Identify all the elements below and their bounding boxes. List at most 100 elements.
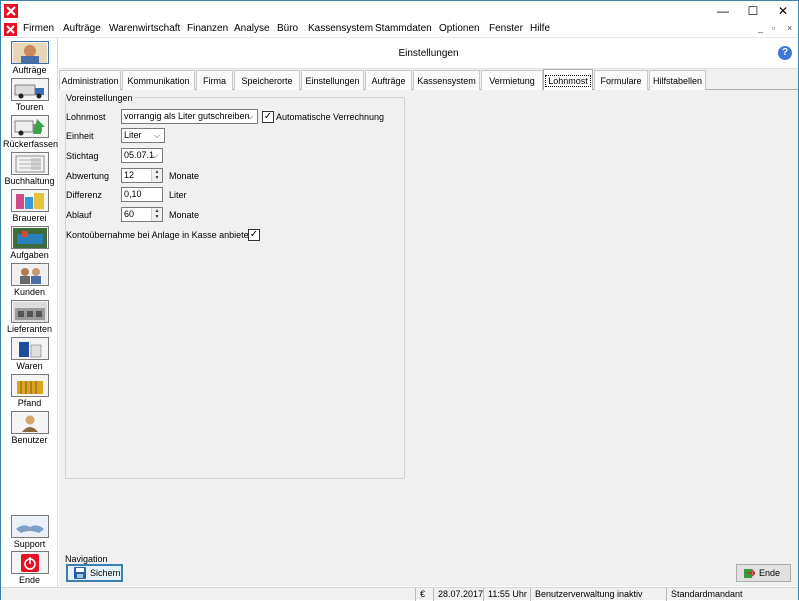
suppliers-icon: [11, 300, 49, 323]
einheit-select[interactable]: Liter ⌵: [121, 128, 165, 143]
truck-icon: [11, 78, 49, 101]
abwertung-label: Abwertung: [66, 171, 110, 181]
menu-stammdaten[interactable]: Stammdaten: [375, 23, 432, 34]
tab-einstellungen[interactable]: Einstellungen: [301, 70, 364, 90]
app-window: — ☐ ✕ Firmen Aufträge Warenwirtschaft Fi…: [0, 0, 799, 601]
menu-auftraege[interactable]: Aufträge: [63, 23, 101, 34]
menu-analyse[interactable]: Analyse: [234, 23, 270, 34]
mdi-minimize-button[interactable]: _: [758, 23, 763, 33]
abwertung-stepper[interactable]: 12 ▲ ▼: [121, 168, 163, 183]
differenz-input[interactable]: 0,10: [121, 187, 163, 202]
menu-kassensystem[interactable]: Kassensystem: [308, 23, 373, 34]
konto-checkbox[interactable]: ✓: [248, 229, 260, 241]
sidebar-item-aufgaben[interactable]: Aufgaben: [3, 226, 56, 263]
lohnmost-select[interactable]: vorrangig als Liter gutschreiben ⌵: [121, 109, 258, 124]
sidebar-item-label: Rückerfassen: [3, 139, 59, 149]
orders-icon: [11, 41, 49, 64]
tab-administration[interactable]: Administration: [59, 70, 121, 90]
end-button[interactable]: Ende: [736, 564, 791, 582]
app-menu-icon[interactable]: [4, 23, 17, 36]
deposit-icon: [11, 374, 49, 397]
accounting-icon: [11, 152, 49, 175]
tab-label: Vermietung: [489, 75, 535, 86]
stichtag-datepicker[interactable]: 05.07.1 ⌵: [121, 148, 163, 163]
tab-label: Einstellungen: [305, 75, 360, 86]
tab-hilfstabellen[interactable]: Hilfstabellen: [649, 70, 706, 90]
window-close-button[interactable]: ✕: [768, 1, 798, 21]
goods-icon: [11, 337, 49, 360]
lohnmost-value: vorrangig als Liter gutschreiben: [124, 111, 250, 121]
abwertung-unit: Monate: [169, 171, 200, 181]
tab-kassensystem[interactable]: Kassensystem: [413, 70, 480, 90]
window-maximize-button[interactable]: ☐: [738, 1, 768, 21]
page-title: Einstellungen: [398, 48, 459, 59]
spin-arrows-icon[interactable]: ▲ ▼: [151, 208, 162, 221]
sidebar-item-benutzer[interactable]: Benutzer: [3, 411, 56, 448]
sidebar-item-ende[interactable]: Ende: [3, 551, 56, 588]
lohnmost-label: Lohnmost: [66, 112, 106, 122]
status-mandant: Standardmandant: [666, 588, 798, 601]
sidebar-item-label: Support: [13, 539, 46, 549]
tab-vermietung[interactable]: Vermietung: [481, 70, 543, 90]
mdi-close-button[interactable]: ×: [787, 23, 792, 33]
tab-label: Aufträge: [371, 75, 406, 86]
save-button[interactable]: Sichern: [66, 564, 123, 582]
tab-label: Administration: [61, 75, 119, 86]
mdi-restore-button[interactable]: ▫: [772, 23, 775, 33]
tab-label: Kassensystem: [417, 75, 476, 86]
sidebar-item-lieferanten[interactable]: Lieferanten: [3, 300, 56, 337]
app-logo-icon: [4, 4, 18, 18]
menu-buero[interactable]: Büro: [277, 23, 298, 34]
chevron-down-icon: ⌵: [246, 112, 254, 121]
window-minimize-button[interactable]: —: [708, 1, 738, 21]
sidebar-item-kunden[interactable]: Kunden: [3, 263, 56, 300]
sidebar-item-waren[interactable]: Waren: [3, 337, 56, 374]
sidebar-item-label: Lieferanten: [6, 324, 53, 334]
auto-verrechnung-checkbox[interactable]: ✓: [262, 111, 274, 123]
abwertung-value: 12: [124, 170, 135, 180]
menu-hilfe[interactable]: Hilfe: [530, 23, 550, 34]
status-currency: €: [415, 588, 433, 601]
tab-formulare[interactable]: Formulare: [594, 70, 648, 90]
sidebar-item-label: Touren: [15, 102, 44, 112]
help-icon[interactable]: ?: [778, 46, 792, 60]
sidebar: Aufträge Touren Rückerfassen Buchhaltung…: [1, 38, 58, 587]
sidebar-item-pfand[interactable]: Pfand: [3, 374, 56, 411]
sidebar-item-label: Ende: [18, 575, 41, 585]
menu-fenster[interactable]: Fenster: [489, 23, 523, 34]
tab-speicherorte[interactable]: Speicherorte: [234, 70, 300, 90]
ablauf-label: Ablauf: [66, 210, 92, 220]
tab-auftraege[interactable]: Aufträge: [365, 70, 412, 90]
status-user-admin: Benutzerverwaltung inaktiv: [530, 588, 666, 601]
differenz-label: Differenz: [66, 190, 102, 200]
sidebar-item-touren[interactable]: Touren: [3, 78, 56, 115]
tab-label: Speicherorte: [241, 75, 293, 86]
tab-lohnmost[interactable]: Lohnmost: [543, 69, 593, 91]
sidebar-item-auftraege[interactable]: Aufträge: [3, 41, 56, 78]
sidebar-item-label: Benutzer: [11, 435, 48, 445]
power-icon: [11, 551, 49, 574]
ablauf-stepper[interactable]: 60 ▲ ▼: [121, 207, 163, 222]
sidebar-item-brauerei[interactable]: Brauerei: [3, 189, 56, 226]
spin-arrows-icon[interactable]: ▲ ▼: [151, 169, 162, 182]
main-header: Einstellungen ?: [59, 38, 798, 69]
tab-content: Voreinstellungen Lohnmost vorrangig als …: [59, 90, 798, 554]
menu-finanzen[interactable]: Finanzen: [187, 23, 228, 34]
sidebar-item-buchhaltung[interactable]: Buchhaltung: [3, 152, 56, 189]
title-bar: — ☐ ✕: [1, 1, 798, 21]
tab-label: Hilfstabellen: [652, 75, 703, 86]
brewery-icon: [11, 189, 49, 212]
menu-warenwirtschaft[interactable]: Warenwirtschaft: [109, 23, 180, 34]
sidebar-item-support[interactable]: Support: [3, 515, 56, 552]
menu-firmen[interactable]: Firmen: [23, 23, 54, 34]
user-icon: [11, 411, 49, 434]
customers-icon: [11, 263, 49, 286]
settings-tabs: Administration Kommunikation Firma Speic…: [59, 69, 798, 91]
konto-label: Kontoübernahme bei Anlage in Kasse anbie…: [66, 230, 254, 240]
sidebar-item-rueckerfassen[interactable]: Rückerfassen: [3, 115, 59, 152]
tab-kommunikation[interactable]: Kommunikation: [122, 70, 195, 90]
menu-optionen[interactable]: Optionen: [439, 23, 480, 34]
tab-firma[interactable]: Firma: [196, 70, 233, 90]
ablauf-unit: Monate: [169, 210, 200, 220]
tab-label: Formulare: [600, 75, 642, 86]
